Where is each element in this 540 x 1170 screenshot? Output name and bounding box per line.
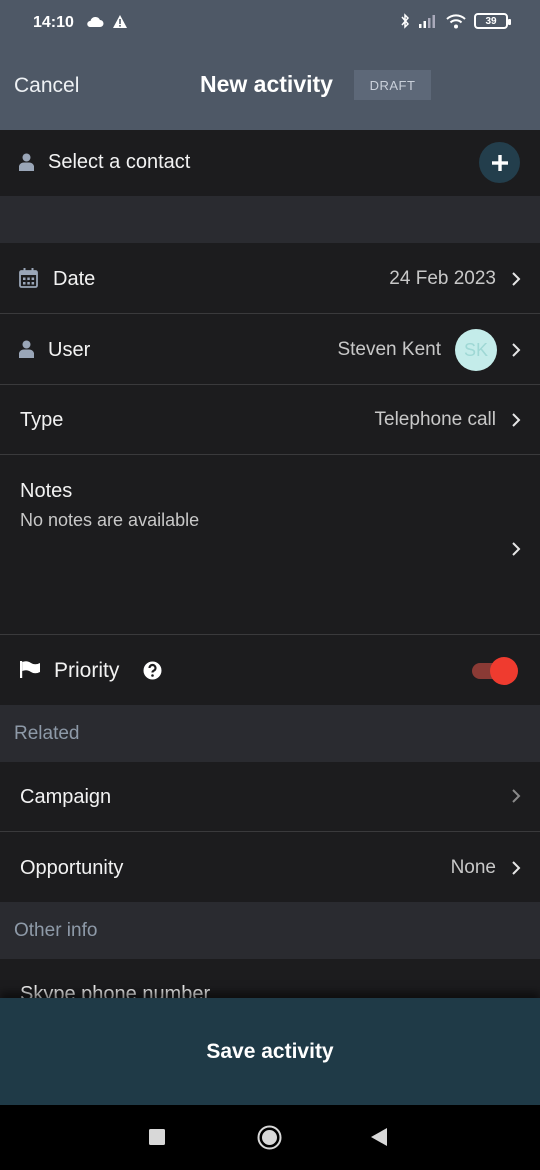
- cancel-button[interactable]: Cancel: [14, 74, 79, 98]
- plus-icon: [491, 154, 508, 171]
- campaign-label: Campaign: [20, 786, 112, 808]
- flag-icon: [20, 661, 40, 678]
- status-left-icons: [86, 14, 128, 29]
- other-info-section-label: Other info: [14, 920, 98, 941]
- opportunity-label: Opportunity: [20, 857, 124, 879]
- campaign-row[interactable]: Campaign: [0, 762, 540, 832]
- select-contact-row[interactable]: Select a contact: [0, 130, 540, 196]
- toggle-thumb: [490, 657, 518, 685]
- signal-icon: [419, 15, 435, 28]
- save-activity-button[interactable]: Save activity: [0, 998, 540, 1105]
- draft-badge: DRAFT: [354, 70, 431, 100]
- user-value: Steven Kent: [337, 339, 441, 360]
- chevron-right-icon: [512, 272, 521, 286]
- chevron-right-icon: [512, 861, 521, 875]
- battery-level: 39: [485, 15, 497, 27]
- warning-icon: [113, 15, 127, 28]
- wifi-icon: [446, 13, 466, 28]
- section-spacer: [0, 196, 540, 243]
- type-row[interactable]: Type Telephone call: [0, 385, 540, 455]
- other-info-section-header: Other info: [0, 902, 540, 959]
- date-value: 24 Feb 2023: [389, 268, 496, 289]
- select-contact-label: Select a contact: [48, 151, 191, 173]
- page-title: New activity: [200, 71, 333, 97]
- add-contact-button[interactable]: [479, 142, 520, 183]
- chevron-right-icon: [512, 789, 521, 803]
- system-nav-bar: [0, 1105, 540, 1170]
- help-icon[interactable]: [143, 661, 162, 680]
- opportunity-value: None: [450, 857, 496, 878]
- save-activity-label: Save activity: [206, 1039, 334, 1063]
- priority-toggle[interactable]: [472, 657, 518, 685]
- cloud-icon: [87, 16, 104, 27]
- notes-value: No notes are available: [20, 510, 200, 530]
- date-label: Date: [53, 268, 96, 290]
- priority-row: Priority: [0, 635, 540, 705]
- type-value: Telephone call: [374, 409, 496, 430]
- notes-row[interactable]: Notes No notes are available: [0, 455, 540, 635]
- calendar-icon: [19, 268, 38, 288]
- related-section-label: Related: [14, 723, 80, 744]
- status-right-icons: 39: [400, 13, 511, 29]
- chevron-right-icon: [512, 413, 521, 427]
- priority-label: Priority: [54, 659, 120, 682]
- person-icon: [19, 340, 34, 358]
- date-row[interactable]: Date 24 Feb 2023: [0, 243, 540, 314]
- status-time: 14:10: [33, 14, 74, 31]
- type-label: Type: [20, 409, 64, 431]
- chevron-right-icon: [512, 542, 521, 556]
- related-section-header: Related: [0, 705, 540, 762]
- opportunity-row[interactable]: Opportunity None: [0, 832, 540, 902]
- recents-icon[interactable]: [149, 1129, 165, 1145]
- back-icon[interactable]: [371, 1128, 388, 1146]
- bluetooth-icon: [401, 13, 410, 29]
- person-icon: [19, 153, 34, 171]
- notes-label: Notes: [20, 480, 73, 502]
- home-icon[interactable]: [257, 1125, 282, 1150]
- user-label: User: [48, 339, 91, 361]
- chevron-right-icon: [512, 343, 521, 357]
- user-row[interactable]: User Steven Kent SK: [0, 314, 540, 385]
- header: Cancel New activity DRAFT: [0, 48, 540, 130]
- avatar: SK: [455, 329, 497, 371]
- status-bar: 14:10 39: [0, 0, 540, 48]
- battery-icon: 39: [474, 13, 511, 29]
